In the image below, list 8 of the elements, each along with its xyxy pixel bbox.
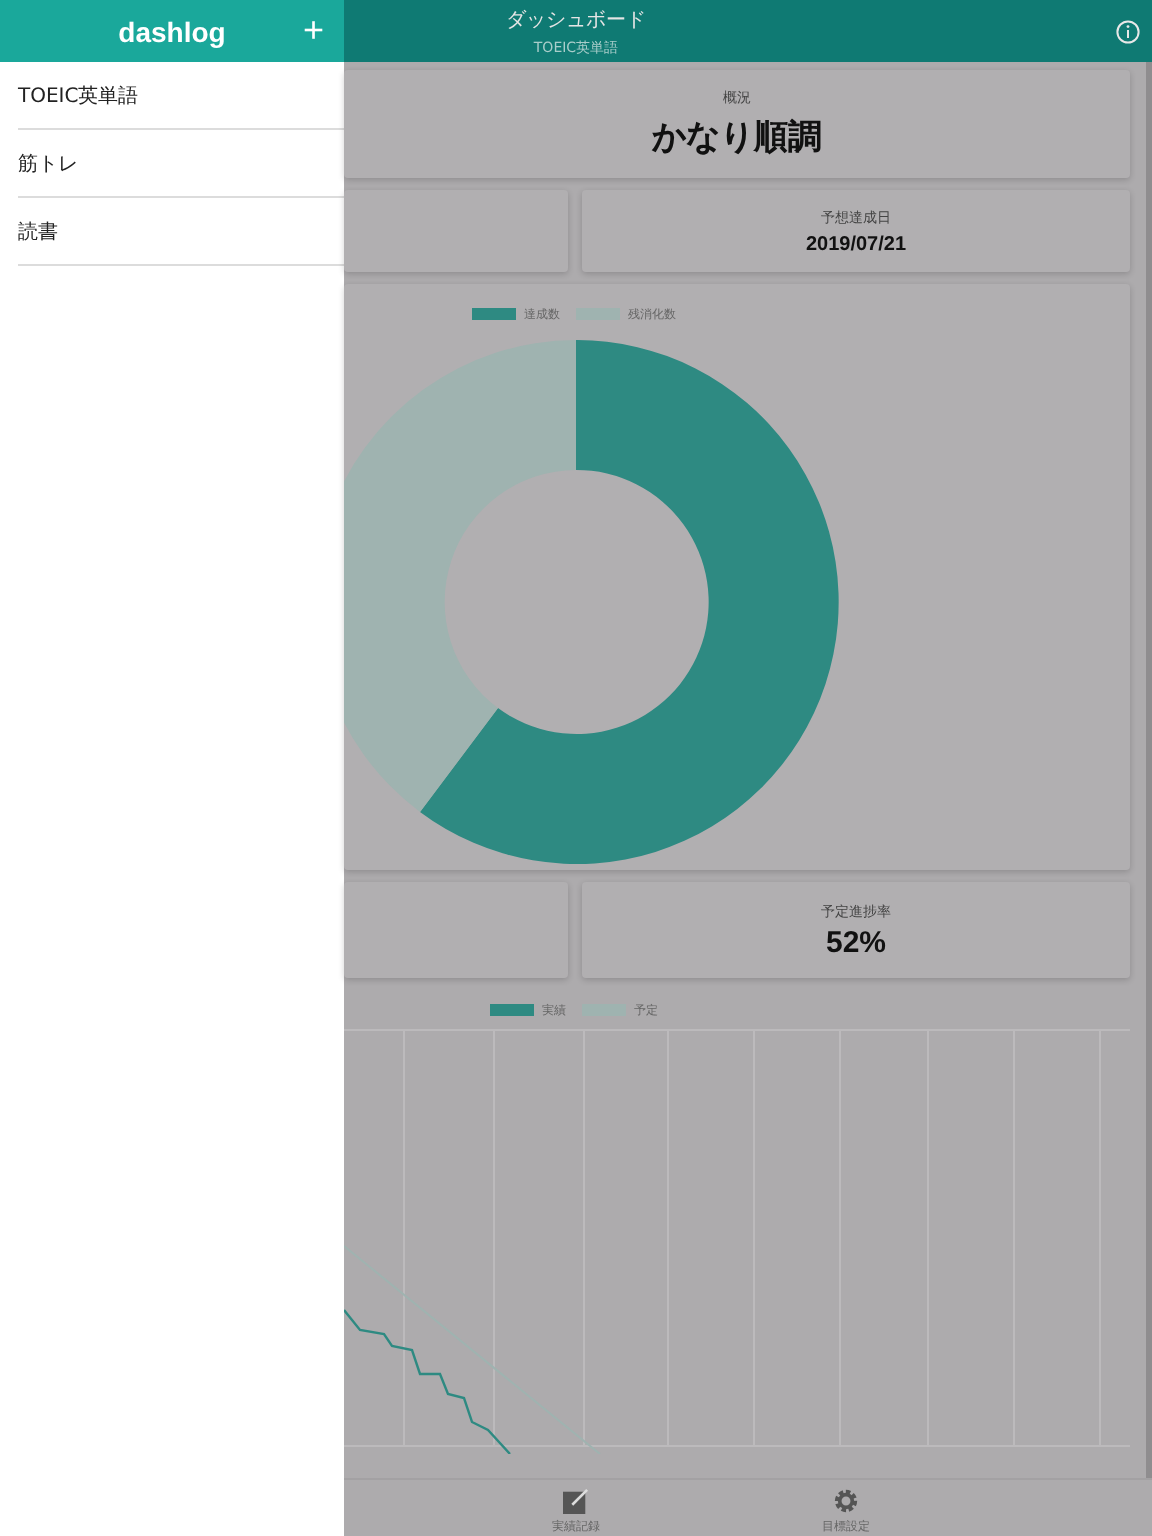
- pencil-icon: [562, 1488, 590, 1514]
- summary-value: かなり順調: [652, 116, 822, 160]
- screen-title: ダッシュボード: [506, 7, 646, 33]
- gear-icon: [832, 1488, 860, 1514]
- stat-value: 52%: [825, 925, 887, 959]
- info-icon[interactable]: [1116, 19, 1140, 43]
- app-title: dashlog: [118, 15, 226, 47]
- stat-value: 2019/07/21: [805, 233, 907, 255]
